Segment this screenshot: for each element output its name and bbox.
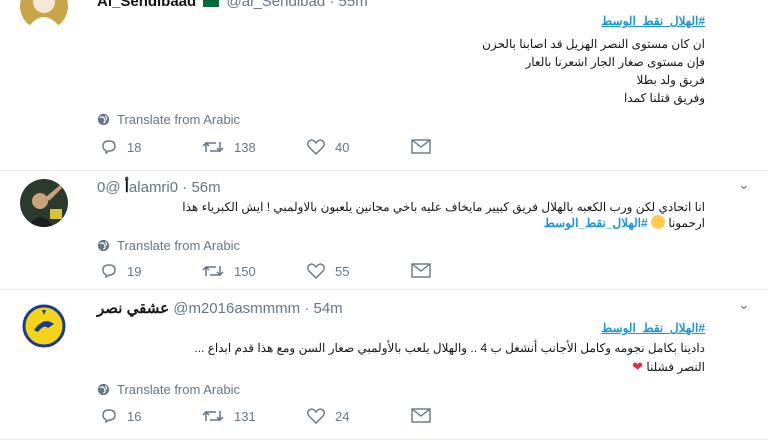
display-name[interactable]: عشقي نصر: [97, 300, 169, 317]
broken-heart-icon: ❤: [632, 359, 643, 374]
tweet-text-line: ان كان مستوى النصر الهزيل قد اصابنا بالح…: [482, 37, 705, 51]
tweet-header: عشقي نصر @m2016asmmmm · 54m: [97, 299, 343, 317]
tweet-header: Al_Sendibaad @al_Sendibad · 55m: [97, 0, 368, 10]
translate-link[interactable]: Translate from Arabic: [97, 238, 240, 253]
handle[interactable]: @0alamri0: [97, 179, 178, 196]
message-button[interactable]: [411, 263, 431, 278]
globe-icon: [97, 113, 110, 126]
like-button[interactable]: 40: [307, 139, 349, 155]
retweet-icon: [202, 141, 224, 153]
reply-button[interactable]: 18: [101, 139, 141, 155]
translate-label: Translate from Arabic: [117, 238, 241, 253]
retweet-button[interactable]: 150: [202, 263, 256, 279]
message-button[interactable]: [411, 408, 431, 423]
chevron-down-icon[interactable]: ⌄: [738, 176, 750, 193]
reply-count: 16: [127, 408, 142, 424]
timestamp[interactable]: 56m: [191, 179, 220, 196]
avatar-image: [20, 179, 68, 227]
retweet-count: 138: [234, 139, 256, 155]
chevron-down-icon[interactable]: ⌄: [738, 296, 750, 313]
hashtag-link[interactable]: #الهلال_نقط_الوسط: [544, 216, 648, 230]
globe-icon: [97, 239, 110, 252]
flag-icon: [203, 0, 220, 7]
tweet-text-row: النصر فشلنا ❤: [632, 359, 705, 375]
tweet-actions: 18 138 40: [97, 139, 447, 159]
retweet-count: 150: [234, 263, 256, 279]
display-name[interactable]: Al_Sendibaad: [97, 0, 196, 10]
avatar[interactable]: [20, 0, 68, 30]
tweet-actions: 19 150 55: [97, 263, 447, 283]
like-icon: [307, 263, 325, 279]
handle[interactable]: @al_Sendibad: [227, 0, 326, 10]
retweet-button[interactable]: 138: [202, 139, 256, 155]
translate-link[interactable]: Translate from Arabic: [97, 112, 240, 127]
tweet[interactable]: أ @0alamri0 · 56m ⌄ انا اتحادي لكن ورب ا…: [0, 171, 768, 290]
avatar-image: [20, 302, 68, 350]
handle[interactable]: @m2016asmmmm: [173, 300, 300, 317]
retweet-count: 131: [234, 408, 256, 424]
tweet-text-line: النصر فشلنا: [646, 360, 705, 374]
separator: ·: [182, 179, 188, 196]
separator: ·: [304, 300, 310, 317]
reply-icon: [102, 264, 116, 279]
retweet-button[interactable]: 131: [202, 408, 256, 424]
like-count: 24: [335, 408, 350, 424]
like-count: 40: [335, 139, 350, 155]
tweet-header: أ @0alamri0 · 56m: [97, 178, 221, 196]
tweet-text-line: فريق ولد بطلا: [636, 73, 705, 87]
like-icon: [307, 408, 325, 424]
tweet[interactable]: عشقي نصر @m2016asmmmm · 54m ⌄ #الهلال_نق…: [0, 290, 768, 440]
like-button[interactable]: 24: [307, 408, 349, 424]
translate-label: Translate from Arabic: [117, 382, 241, 397]
avatar[interactable]: [20, 302, 68, 350]
like-icon: [307, 139, 325, 155]
reply-icon: [102, 409, 116, 424]
tweet-text-line: فإن مستوى صغار الجار اشعرنا بالعار: [525, 55, 705, 69]
like-count: 55: [335, 263, 350, 279]
tweet-text-line: ارحمونا: [668, 216, 705, 230]
like-button[interactable]: 55: [307, 263, 349, 279]
hashtag-link[interactable]: #الهلال_نقط_الوسط: [601, 321, 705, 335]
tweet-actions: 16 131 24: [97, 408, 447, 428]
avatar-image: [20, 0, 68, 30]
tweet-text-line: انا اتحادي لكن ورب الكعبه بالهلال فريق ك…: [182, 200, 705, 214]
timestamp[interactable]: 54m: [314, 300, 343, 317]
weary-face-icon: [650, 215, 665, 229]
tweet-text-line: دادينا بكامل نجومه وكامل الأجانب أنشغل ب…: [194, 341, 705, 355]
globe-icon: [97, 383, 110, 396]
tweet-text-line: وفريق قتلنا كمدا: [623, 91, 705, 105]
message-button[interactable]: [411, 139, 431, 154]
tweet[interactable]: Al_Sendibaad @al_Sendibad · 55m #الهلال_…: [0, 0, 768, 171]
message-icon: [411, 139, 431, 154]
retweet-icon: [202, 410, 224, 422]
reply-count: 19: [127, 263, 142, 279]
separator: ·: [329, 0, 335, 10]
message-icon: [411, 408, 431, 423]
reply-icon: [102, 140, 116, 155]
retweet-icon: [202, 265, 224, 277]
reply-button[interactable]: 19: [101, 263, 141, 279]
reply-button[interactable]: 16: [101, 408, 141, 424]
hashtag-link[interactable]: #الهلال_نقط_الوسط: [601, 14, 705, 28]
tweet-text-row: ارحمونا #الهلال_نقط_الوسط: [544, 215, 705, 230]
timestamp[interactable]: 55m: [339, 0, 368, 10]
message-icon: [411, 263, 431, 278]
translate-link[interactable]: Translate from Arabic: [97, 382, 240, 397]
translate-label: Translate from Arabic: [117, 112, 241, 127]
avatar[interactable]: [20, 179, 68, 227]
timeline: Al_Sendibaad @al_Sendibad · 55m #الهلال_…: [0, 0, 768, 440]
reply-count: 18: [127, 139, 142, 155]
